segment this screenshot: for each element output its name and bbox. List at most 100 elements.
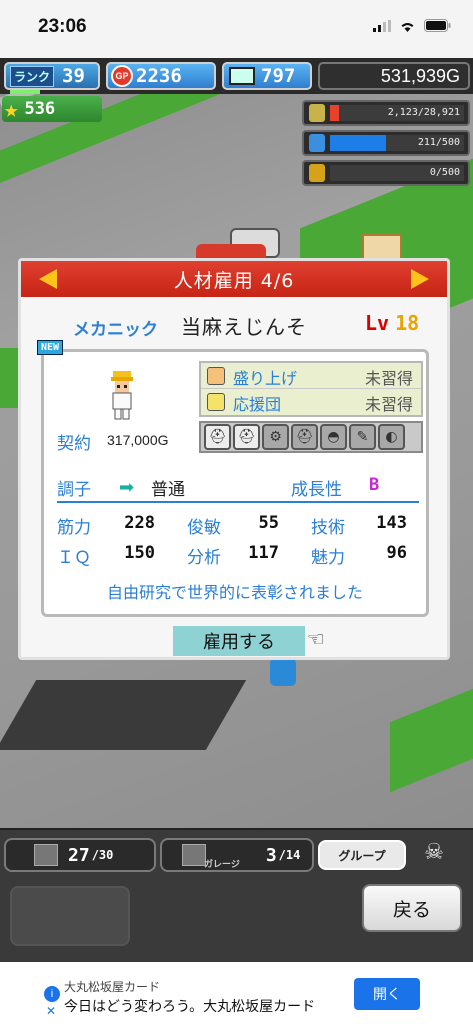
stat-value: 150 (124, 543, 155, 563)
status-bar: 23:06 (0, 0, 473, 58)
garage-count-tab[interactable]: ガレージ 3 /14 (160, 838, 314, 872)
hire-dialog: 人材雇用 4/6 メカニック 当麻えじんそ Lv 18 NEW 契約 317,00… (18, 258, 450, 660)
growth-value: B (369, 475, 380, 495)
level-label: Lv (365, 311, 390, 335)
helmet-icon: ⛑ (233, 424, 260, 450)
hire-button[interactable]: 雇用する (173, 626, 305, 656)
stat-value: 117 (248, 543, 279, 563)
skull-icon[interactable]: ☠ (420, 840, 448, 870)
water-fill (330, 135, 387, 151)
contract-value: 317,000G (107, 432, 169, 448)
gp-coin-icon: GP (111, 65, 133, 87)
stat-value: 55 (258, 513, 279, 533)
gear-icon: ⚙ (262, 424, 289, 450)
growth-label: 成長性 (291, 480, 342, 500)
status-icons (373, 19, 451, 32)
battery-icon (424, 19, 451, 32)
wrench-icon: ✎ (349, 424, 376, 450)
gp-display[interactable]: GP 2236 (106, 62, 216, 90)
oil-resource[interactable]: 2,123/28,921 (302, 100, 470, 126)
skill-row[interactable]: 盛り上げ 未習得 (201, 363, 421, 389)
skill-state: 未習得 (364, 395, 413, 414)
ad-open-button[interactable]: 開く (354, 978, 420, 1010)
condition-row: 調子 ➡ 普通 成長性 B (57, 475, 419, 503)
staff-max: /30 (91, 848, 114, 862)
gp-value: 2236 (136, 65, 182, 87)
computer-value: 797 (261, 65, 296, 87)
wheat-resource[interactable]: 0/500 (302, 160, 470, 186)
oil-bar: 2,123/28,921 (330, 105, 464, 121)
computer-icon (229, 67, 255, 85)
candidate-bio: 自由研究で世界的に表彰されました (106, 583, 363, 602)
garage-icon (182, 844, 206, 866)
wheat-icon (309, 164, 325, 182)
skill-row[interactable]: 応援団 未習得 (201, 389, 421, 415)
stat-label: 技術 (311, 518, 345, 538)
wheat-bar: 0/500 (330, 165, 464, 181)
cap-icon: ◓ (320, 424, 347, 450)
condition-value: 普通 (151, 480, 185, 500)
stat-value: 96 (386, 543, 407, 563)
next-candidate-arrow-icon[interactable] (411, 269, 429, 289)
garage-count: 3 (265, 844, 277, 866)
rank-value: 39 (62, 65, 85, 87)
level-value: 18 (395, 311, 420, 335)
money-value: 531,939G (380, 65, 460, 86)
arrow-right-icon: ➡ (119, 477, 135, 498)
mechanic-avatar-icon (111, 371, 133, 420)
oil-fill (330, 105, 340, 121)
ad-advertiser: 大丸松坂屋カード (64, 980, 161, 994)
pointing-hand-icon: ☜ (307, 627, 325, 651)
new-badge: NEW (37, 340, 64, 355)
stat-label: 俊敏 (187, 518, 221, 538)
rank-display[interactable]: ランク 39 (4, 62, 100, 94)
ad-info-icon[interactable]: i (44, 986, 60, 1002)
stat-label: 筋力 (57, 518, 91, 538)
stat-label: ＩＱ (57, 548, 91, 568)
computer-display[interactable]: 797 (222, 62, 312, 90)
prev-candidate-arrow-icon[interactable] (39, 269, 57, 289)
equipment-icon-row: ⛑ ⛑ ⚙ ⛑ ◓ ✎ ◐ (199, 421, 423, 453)
cellular-signal-icon (373, 19, 391, 32)
dialog-header: 人材雇用 4/6 (21, 261, 447, 297)
ad-close-icon[interactable]: ✕ (46, 1004, 56, 1018)
job-label: メカニック (73, 320, 158, 340)
ad-banner[interactable]: i ✕ 大丸松坂屋カード 今日はどう変わろう。大丸松坂屋カード 開く (0, 962, 473, 1024)
water-resource[interactable]: 211/500 (302, 130, 470, 156)
skill-list: 盛り上げ 未習得 応援団 未習得 (199, 361, 423, 417)
oil-barrel-icon (309, 104, 325, 122)
star-icon: ★ (4, 95, 19, 123)
star-value: 536 (24, 99, 56, 119)
empty-slot (10, 886, 130, 946)
blue-trash-can (270, 658, 296, 686)
helmet-icon: ⛑ (291, 424, 318, 450)
staff-count-tab[interactable]: 27 /30 (4, 838, 156, 872)
skill-name: 盛り上げ (233, 369, 298, 388)
water-value: 211/500 (417, 137, 460, 148)
ad-text: 今日はどう変わろう。大丸松坂屋カード (64, 999, 316, 1015)
dialog-title: 人材雇用 4/6 (173, 269, 295, 292)
wheat-value: 0/500 (429, 167, 460, 178)
condition-label: 調子 (57, 480, 91, 500)
money-display: 531,939G (318, 62, 470, 90)
cheer-face-icon (207, 367, 225, 385)
oil-value: 2,123/28,921 (387, 107, 460, 118)
rank-label: ランク (10, 65, 55, 87)
megaphone-icon (207, 393, 225, 411)
contract-label: 契約 (57, 434, 91, 454)
skill-name: 応援団 (233, 395, 282, 414)
xp-bar (10, 90, 40, 94)
bottom-toolbar: 27 /30 ガレージ 3 /14 グループ ☠ 戻る (0, 828, 473, 962)
group-tab[interactable]: グループ (318, 840, 406, 870)
stat-label: 魅力 (311, 548, 345, 568)
garage-max: /14 (278, 848, 301, 862)
back-button[interactable]: 戻る (362, 884, 462, 932)
stat-value: 228 (124, 513, 155, 533)
parking-lot (0, 680, 247, 750)
staff-count: 27 (68, 844, 90, 866)
star-display[interactable]: ★ 536 (2, 95, 102, 123)
helmet-icon: ⛑ (204, 424, 231, 450)
wifi-icon (401, 22, 414, 32)
candidate-name: 当麻えじんそ (181, 315, 307, 339)
tire-icon: ◐ (378, 424, 405, 450)
